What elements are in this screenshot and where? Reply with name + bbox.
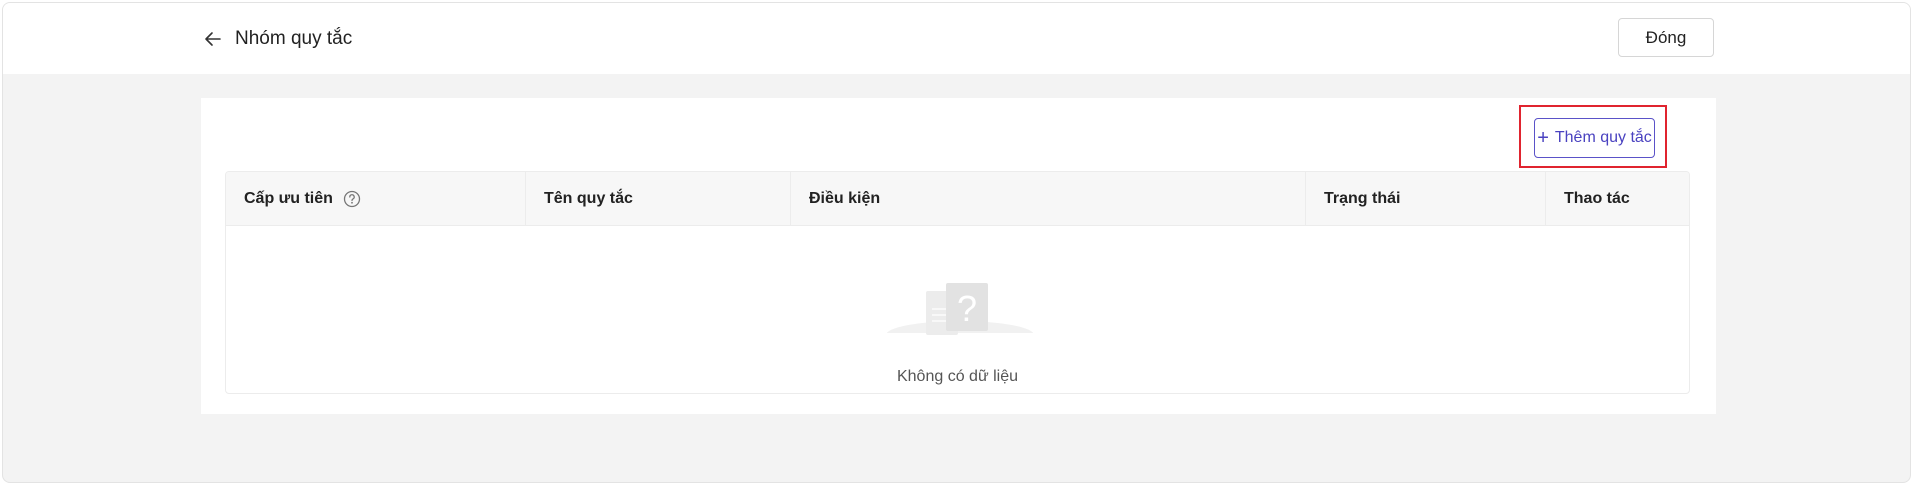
empty-state: ? Không có dữ liệu [226, 226, 1689, 393]
plus-icon: + [1537, 127, 1549, 149]
empty-state-text: Không có dữ liệu [896, 368, 1018, 385]
arrow-left-icon [205, 32, 221, 46]
add-rule-button[interactable]: + Thêm quy tắc [1534, 118, 1655, 158]
rules-card: + Thêm quy tắc Cấp ưu tiên Tên quy tắc Đ… [201, 98, 1716, 414]
column-header-status: Trạng thái [1305, 172, 1545, 225]
question-circle-icon[interactable] [343, 190, 361, 208]
page-header: Nhóm quy tắc Đóng [3, 3, 1910, 74]
add-rule-label: Thêm quy tắc [1554, 129, 1652, 146]
close-button[interactable]: Đóng [1618, 18, 1714, 57]
rules-table: Cấp ưu tiên Tên quy tắc Điều kiện Trạng … [225, 171, 1690, 394]
column-header-actions: Thao tác [1545, 172, 1689, 225]
column-header-label: Cấp ưu tiên [244, 189, 333, 207]
column-header-label: Trạng thái [1324, 189, 1401, 207]
back-button[interactable] [201, 27, 225, 51]
page-title: Nhóm quy tắc [235, 28, 353, 49]
app-window: Nhóm quy tắc Đóng + Thêm quy tắc Cấp ưu … [2, 2, 1911, 483]
table-header: Cấp ưu tiên Tên quy tắc Điều kiện Trạng … [226, 172, 1689, 226]
column-header-priority: Cấp ưu tiên [226, 172, 525, 225]
column-header-label: Tên quy tắc [544, 189, 633, 207]
column-header-rule-name: Tên quy tắc [525, 172, 790, 225]
column-header-label: Điều kiện [809, 189, 881, 207]
column-header-condition: Điều kiện [790, 172, 1305, 225]
column-header-label: Thao tác [1564, 189, 1630, 207]
svg-text:?: ? [957, 288, 977, 329]
empty-document-question-icon: ? [886, 283, 1034, 347]
